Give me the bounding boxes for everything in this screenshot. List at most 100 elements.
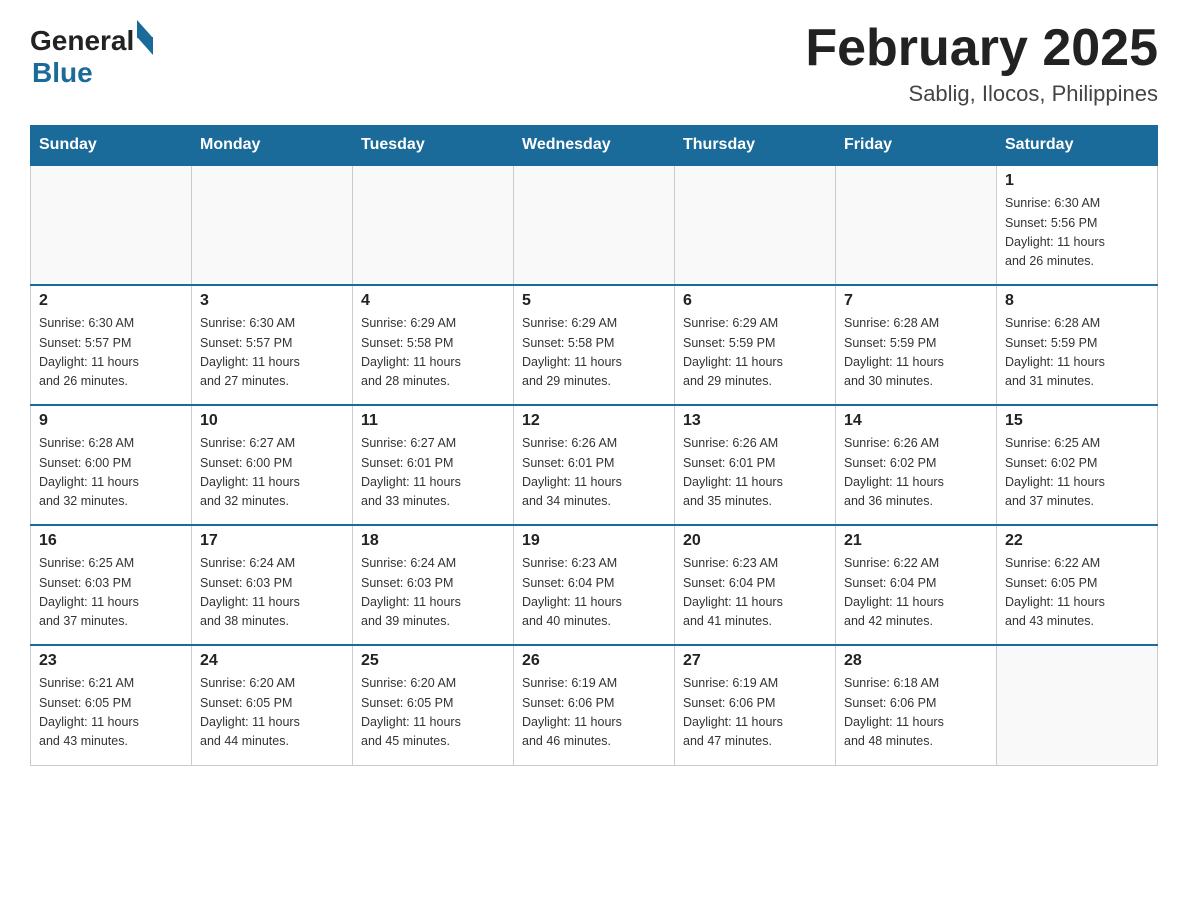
day-info: Sunrise: 6:25 AMSunset: 6:03 PMDaylight:… (39, 554, 183, 632)
day-info: Sunrise: 6:20 AMSunset: 6:05 PMDaylight:… (361, 674, 505, 752)
logo-general-text: General (30, 25, 134, 57)
day-number: 22 (1005, 532, 1149, 550)
day-number: 3 (200, 292, 344, 310)
day-info: Sunrise: 6:29 AMSunset: 5:59 PMDaylight:… (683, 314, 827, 392)
calendar-cell: 16 Sunrise: 6:25 AMSunset: 6:03 PMDayligh… (31, 525, 192, 645)
day-number: 14 (844, 412, 988, 430)
day-number: 16 (39, 532, 183, 550)
calendar-cell (997, 645, 1158, 765)
day-info: Sunrise: 6:20 AMSunset: 6:05 PMDaylight:… (200, 674, 344, 752)
day-number: 19 (522, 532, 666, 550)
calendar-week-row: 9 Sunrise: 6:28 AMSunset: 6:00 PMDaylight… (31, 405, 1158, 525)
weekday-header-saturday: Saturday (997, 126, 1158, 166)
calendar-cell: 27 Sunrise: 6:19 AMSunset: 6:06 PMDayligh… (675, 645, 836, 765)
day-number: 28 (844, 652, 988, 670)
calendar-cell (514, 165, 675, 285)
calendar-week-row: 16 Sunrise: 6:25 AMSunset: 6:03 PMDayligh… (31, 525, 1158, 645)
calendar-cell: 4 Sunrise: 6:29 AMSunset: 5:58 PMDaylight… (353, 285, 514, 405)
day-info: Sunrise: 6:24 AMSunset: 6:03 PMDaylight:… (200, 554, 344, 632)
day-number: 9 (39, 412, 183, 430)
weekday-header-monday: Monday (192, 126, 353, 166)
calendar-cell: 9 Sunrise: 6:28 AMSunset: 6:00 PMDaylight… (31, 405, 192, 525)
calendar-cell: 20 Sunrise: 6:23 AMSunset: 6:04 PMDayligh… (675, 525, 836, 645)
day-number: 5 (522, 292, 666, 310)
day-info: Sunrise: 6:30 AMSunset: 5:57 PMDaylight:… (39, 314, 183, 392)
day-number: 27 (683, 652, 827, 670)
day-number: 7 (844, 292, 988, 310)
day-info: Sunrise: 6:26 AMSunset: 6:02 PMDaylight:… (844, 434, 988, 512)
weekday-header-thursday: Thursday (675, 126, 836, 166)
day-number: 1 (1005, 172, 1149, 190)
day-number: 24 (200, 652, 344, 670)
day-number: 21 (844, 532, 988, 550)
day-info: Sunrise: 6:29 AMSunset: 5:58 PMDaylight:… (522, 314, 666, 392)
day-number: 12 (522, 412, 666, 430)
day-number: 15 (1005, 412, 1149, 430)
day-number: 11 (361, 412, 505, 430)
calendar-cell (31, 165, 192, 285)
day-number: 20 (683, 532, 827, 550)
weekday-header-tuesday: Tuesday (353, 126, 514, 166)
day-info: Sunrise: 6:30 AMSunset: 5:57 PMDaylight:… (200, 314, 344, 392)
day-info: Sunrise: 6:19 AMSunset: 6:06 PMDaylight:… (522, 674, 666, 752)
day-info: Sunrise: 6:28 AMSunset: 6:00 PMDaylight:… (39, 434, 183, 512)
calendar-week-row: 1 Sunrise: 6:30 AMSunset: 5:56 PMDaylight… (31, 165, 1158, 285)
calendar-cell (675, 165, 836, 285)
calendar-cell: 19 Sunrise: 6:23 AMSunset: 6:04 PMDayligh… (514, 525, 675, 645)
day-info: Sunrise: 6:30 AMSunset: 5:56 PMDaylight:… (1005, 194, 1149, 272)
logo: General Blue (30, 20, 153, 89)
calendar-cell: 5 Sunrise: 6:29 AMSunset: 5:58 PMDaylight… (514, 285, 675, 405)
calendar-cell: 22 Sunrise: 6:22 AMSunset: 6:05 PMDayligh… (997, 525, 1158, 645)
calendar-cell: 13Sunrise: 6:26 AMSunset: 6:01 PMDayligh… (675, 405, 836, 525)
day-number: 2 (39, 292, 183, 310)
calendar-cell (353, 165, 514, 285)
day-info: Sunrise: 6:22 AMSunset: 6:04 PMDaylight:… (844, 554, 988, 632)
calendar-cell: 23 Sunrise: 6:21 AMSunset: 6:05 PMDayligh… (31, 645, 192, 765)
calendar-table: SundayMondayTuesdayWednesdayThursdayFrid… (30, 125, 1158, 766)
calendar-cell: 18Sunrise: 6:24 AMSunset: 6:03 PMDayligh… (353, 525, 514, 645)
calendar-cell: 26 Sunrise: 6:19 AMSunset: 6:06 PMDayligh… (514, 645, 675, 765)
day-info: Sunrise: 6:26 AMSunset: 6:01 PMDaylight:… (683, 434, 827, 512)
calendar-cell (836, 165, 997, 285)
calendar-cell (192, 165, 353, 285)
day-number: 25 (361, 652, 505, 670)
day-info: Sunrise: 6:27 AMSunset: 6:00 PMDaylight:… (200, 434, 344, 512)
day-number: 10 (200, 412, 344, 430)
day-info: Sunrise: 6:25 AMSunset: 6:02 PMDaylight:… (1005, 434, 1149, 512)
day-info: Sunrise: 6:29 AMSunset: 5:58 PMDaylight:… (361, 314, 505, 392)
day-info: Sunrise: 6:21 AMSunset: 6:05 PMDaylight:… (39, 674, 183, 752)
calendar-cell: 11 Sunrise: 6:27 AMSunset: 6:01 PMDayligh… (353, 405, 514, 525)
calendar-cell: 28 Sunrise: 6:18 AMSunset: 6:06 PMDayligh… (836, 645, 997, 765)
weekday-header-row: SundayMondayTuesdayWednesdayThursdayFrid… (31, 126, 1158, 166)
weekday-header-wednesday: Wednesday (514, 126, 675, 166)
calendar-cell: 2 Sunrise: 6:30 AMSunset: 5:57 PMDaylight… (31, 285, 192, 405)
day-info: Sunrise: 6:24 AMSunset: 6:03 PMDaylight:… (361, 554, 505, 632)
calendar-cell: 1 Sunrise: 6:30 AMSunset: 5:56 PMDaylight… (997, 165, 1158, 285)
day-info: Sunrise: 6:28 AMSunset: 5:59 PMDaylight:… (844, 314, 988, 392)
location-subtitle: Sablig, Ilocos, Philippines (805, 81, 1158, 107)
calendar-cell: 17Sunrise: 6:24 AMSunset: 6:03 PMDayligh… (192, 525, 353, 645)
calendar-cell: 12 Sunrise: 6:26 AMSunset: 6:01 PMDayligh… (514, 405, 675, 525)
day-number: 6 (683, 292, 827, 310)
day-number: 4 (361, 292, 505, 310)
day-info: Sunrise: 6:26 AMSunset: 6:01 PMDaylight:… (522, 434, 666, 512)
weekday-header-friday: Friday (836, 126, 997, 166)
day-info: Sunrise: 6:23 AMSunset: 6:04 PMDaylight:… (683, 554, 827, 632)
calendar-week-row: 23 Sunrise: 6:21 AMSunset: 6:05 PMDayligh… (31, 645, 1158, 765)
day-info: Sunrise: 6:18 AMSunset: 6:06 PMDaylight:… (844, 674, 988, 752)
day-number: 23 (39, 652, 183, 670)
day-info: Sunrise: 6:23 AMSunset: 6:04 PMDaylight:… (522, 554, 666, 632)
day-info: Sunrise: 6:22 AMSunset: 6:05 PMDaylight:… (1005, 554, 1149, 632)
day-number: 8 (1005, 292, 1149, 310)
calendar-cell: 10 Sunrise: 6:27 AMSunset: 6:00 PMDayligh… (192, 405, 353, 525)
day-info: Sunrise: 6:27 AMSunset: 6:01 PMDaylight:… (361, 434, 505, 512)
day-info: Sunrise: 6:19 AMSunset: 6:06 PMDaylight:… (683, 674, 827, 752)
page-header: General Blue February 2025 Sablig, Iloco… (30, 20, 1158, 107)
month-title: February 2025 (805, 20, 1158, 77)
calendar-cell: 7 Sunrise: 6:28 AMSunset: 5:59 PMDaylight… (836, 285, 997, 405)
calendar-cell: 21 Sunrise: 6:22 AMSunset: 6:04 PMDayligh… (836, 525, 997, 645)
day-number: 26 (522, 652, 666, 670)
weekday-header-sunday: Sunday (31, 126, 192, 166)
calendar-cell: 25 Sunrise: 6:20 AMSunset: 6:05 PMDayligh… (353, 645, 514, 765)
calendar-cell: 6 Sunrise: 6:29 AMSunset: 5:59 PMDaylight… (675, 285, 836, 405)
